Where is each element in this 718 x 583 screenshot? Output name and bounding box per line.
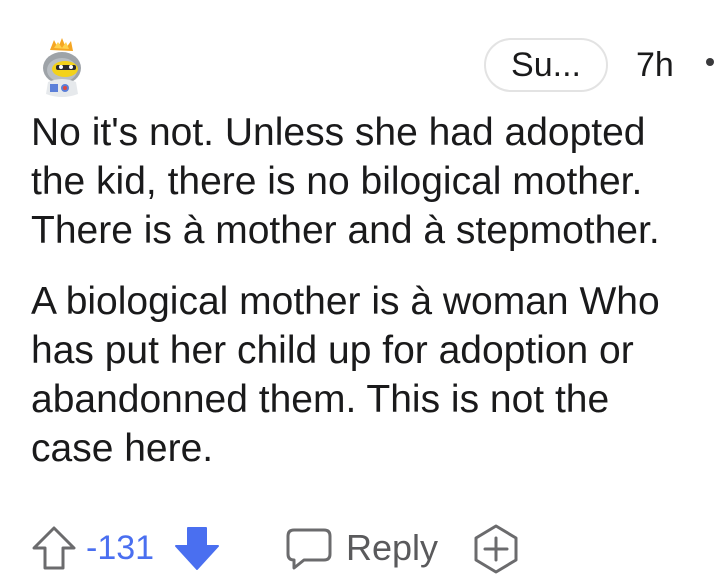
- comment-card: Su... 7h No it's not. Unless she had ado…: [0, 0, 718, 583]
- comment-paragraph-1: No it's not. Unless she had adopted the …: [31, 111, 660, 252]
- award-button[interactable]: [470, 522, 522, 574]
- arrow-down-filled-icon: [175, 527, 219, 570]
- comment-paragraph-2: A biological mother is à woman Who has p…: [31, 280, 660, 470]
- upvote-button[interactable]: [30, 524, 78, 572]
- user-flair-badge[interactable]: Su...: [484, 38, 608, 92]
- overflow-dot-icon[interactable]: [706, 58, 714, 66]
- reply-label: Reply: [346, 527, 439, 568]
- vote-score: -131: [86, 529, 155, 567]
- comment-body: No it's not. Unless she had adopted the …: [31, 108, 715, 473]
- reply-button[interactable]: Reply: [284, 522, 438, 574]
- plus-badge-icon: [474, 524, 518, 574]
- snoo-avatar-icon: [43, 38, 81, 97]
- speech-bubble-icon: [286, 528, 332, 570]
- user-avatar[interactable]: [38, 36, 86, 100]
- comment-action-bar: -131 Reply: [0, 518, 718, 578]
- arrow-up-outline-icon: [32, 526, 76, 570]
- comment-timestamp: 7h: [636, 46, 674, 84]
- downvote-button[interactable]: [172, 524, 222, 572]
- comment-header: Su... 7h: [0, 0, 718, 110]
